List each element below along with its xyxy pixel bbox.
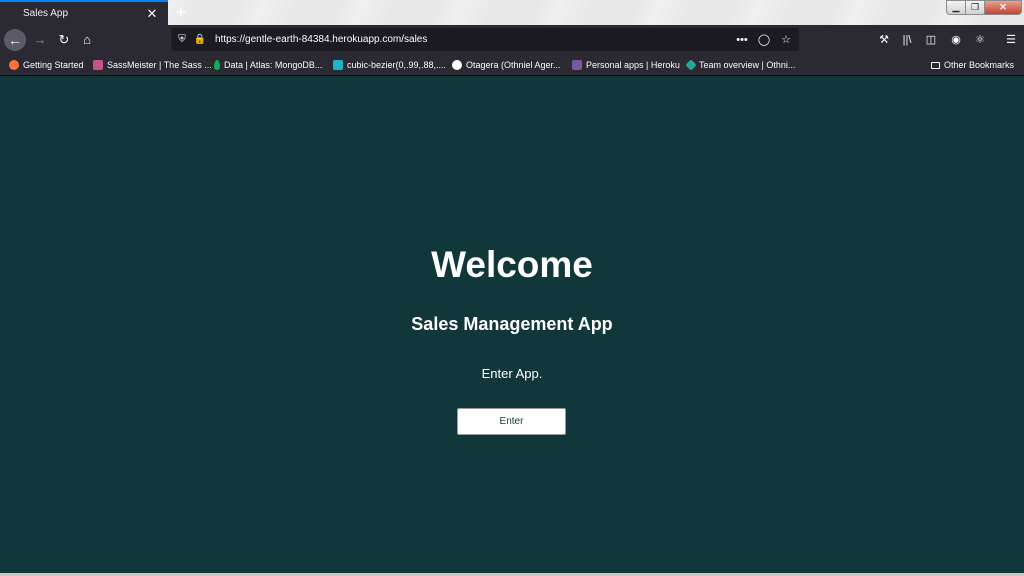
browser-titlebar: Sales App ✕ + ▁ ❐ ✕ bbox=[0, 0, 1024, 25]
app-subtitle: Sales Management App bbox=[411, 314, 613, 334]
library-icon[interactable]: ||\ bbox=[899, 32, 915, 48]
sidebar-icon[interactable]: ◫ bbox=[923, 32, 939, 48]
enter-prompt: Enter App. bbox=[481, 366, 543, 381]
page-actions: ••• ◯ ☆ bbox=[735, 33, 793, 47]
reload-icon[interactable]: ↻ bbox=[53, 29, 75, 51]
minimize-button[interactable]: ▁ bbox=[946, 0, 966, 15]
home-icon[interactable]: ⌂ bbox=[76, 29, 98, 51]
bookmark-label: cubic-bezier(0,.99,.88,.... bbox=[347, 60, 447, 70]
team-diamond-icon bbox=[685, 59, 697, 71]
lock-icon[interactable]: 🔒 bbox=[193, 34, 207, 45]
bookmark-item[interactable]: Getting Started bbox=[9, 58, 84, 72]
bookmark-item[interactable]: cubic-bezier(0,.99,.88,.... bbox=[333, 58, 446, 72]
bookmark-label: Otagera (Othniel Ager... bbox=[466, 60, 561, 70]
folder-icon bbox=[931, 61, 940, 69]
back-arrow-icon[interactable]: ← bbox=[4, 29, 26, 51]
bookmark-label: Team overview | Othni... bbox=[699, 60, 796, 70]
react-devtools-icon[interactable]: ⚛ bbox=[972, 32, 988, 48]
github-icon bbox=[452, 60, 462, 70]
sassmeister-icon bbox=[93, 60, 103, 70]
bookmark-item[interactable]: Otagera (Othniel Ager... bbox=[452, 58, 561, 72]
url-text[interactable]: https://gentle-earth-84384.herokuapp.com… bbox=[215, 34, 735, 45]
heroku-icon bbox=[572, 60, 582, 70]
close-window-button[interactable]: ✕ bbox=[984, 0, 1022, 15]
maximize-button[interactable]: ❐ bbox=[965, 0, 985, 15]
bookmark-item[interactable]: Data | Atlas: MongoDB... bbox=[214, 58, 322, 72]
tab-title: Sales App bbox=[23, 8, 69, 19]
account-icon[interactable]: ◉ bbox=[948, 32, 964, 48]
bookmark-item[interactable]: Personal apps | Heroku bbox=[572, 58, 680, 72]
firefox-icon bbox=[9, 60, 19, 70]
page-actions-menu-icon[interactable]: ••• bbox=[735, 34, 749, 46]
close-icon[interactable]: ✕ bbox=[145, 6, 159, 21]
tab-sales-app[interactable]: Sales App ✕ bbox=[0, 0, 168, 25]
bookmark-label: Getting Started bbox=[23, 60, 84, 70]
other-bookmarks-label: Other Bookmarks bbox=[944, 60, 1015, 70]
bookmarks-toolbar: Getting Started SassMeister | The Sass .… bbox=[0, 55, 1024, 76]
bookmark-item[interactable]: SassMeister | The Sass ... bbox=[93, 58, 212, 72]
page-content: Welcome Sales Management App Enter App. … bbox=[0, 76, 1024, 576]
other-bookmarks[interactable]: Other Bookmarks bbox=[931, 58, 1014, 72]
pocket-icon[interactable]: ◯ bbox=[757, 33, 771, 46]
hamburger-menu-icon[interactable]: ☰ bbox=[1003, 32, 1019, 48]
bookmark-label: Personal apps | Heroku bbox=[586, 60, 680, 70]
shield-icon[interactable]: ⛨ bbox=[175, 34, 189, 45]
bookmark-label: Data | Atlas: MongoDB... bbox=[224, 60, 323, 70]
page-title: Welcome bbox=[431, 244, 593, 285]
bookmark-item[interactable]: Team overview | Othni... bbox=[685, 58, 796, 72]
mongodb-leaf-icon bbox=[214, 60, 220, 70]
cubic-bezier-icon bbox=[333, 60, 343, 70]
bookmark-label: SassMeister | The Sass ... bbox=[107, 60, 212, 70]
forward-arrow-icon[interactable]: → bbox=[29, 29, 51, 51]
new-tab-button[interactable]: + bbox=[172, 3, 190, 21]
enter-button[interactable]: Enter bbox=[457, 408, 566, 435]
wrench-icon[interactable]: ⚒ bbox=[876, 32, 892, 48]
star-icon[interactable]: ☆ bbox=[779, 33, 793, 46]
address-bar[interactable]: ⛨ 🔒 https://gentle-earth-84384.herokuapp… bbox=[171, 28, 799, 51]
navigation-toolbar: ← → ↻ ⌂ ⛨ 🔒 https://gentle-earth-84384.h… bbox=[0, 25, 1024, 55]
